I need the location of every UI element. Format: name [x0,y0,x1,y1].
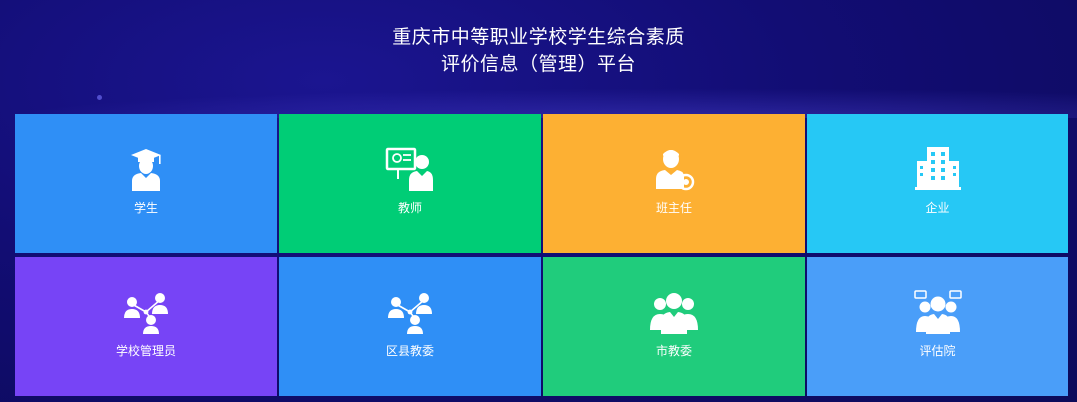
page-header: 重庆市中等职业学校学生综合素质 评价信息（管理）平台 [0,24,1077,78]
teacher-icon [385,147,435,191]
page-title-line1: 重庆市中等职业学校学生综合素质 [392,26,685,48]
head-teacher-icon [649,147,699,191]
tile-enterprise-label: 企业 [925,201,950,215]
assessment-institute-icon [913,290,963,334]
tile-city-committee[interactable]: 市教委 [543,257,805,396]
tile-teacher[interactable]: 教师 [279,114,541,253]
tile-assessment-institute[interactable]: 评估院 [807,257,1068,396]
district-committee-icon [385,290,435,334]
building-icon [913,147,963,191]
school-admin-icon [121,290,171,334]
tile-head-teacher[interactable]: 班主任 [543,114,805,253]
tile-teacher-label: 教师 [397,201,422,215]
tile-student-label: 学生 [133,201,158,215]
tile-assessment-institute-label: 评估院 [919,344,956,358]
tile-student[interactable]: 学生 [15,114,277,253]
tile-district-committee-label: 区县教委 [385,344,434,358]
tile-enterprise[interactable]: 企业 [807,114,1068,253]
tile-school-admin-label: 学校管理员 [115,344,176,358]
tile-school-admin[interactable]: 学校管理员 [15,257,277,396]
city-committee-icon [649,290,699,334]
tile-city-committee-label: 市教委 [655,344,692,358]
tile-district-committee[interactable]: 区县教委 [279,257,541,396]
role-grid: 学生 教师 班主任 企业 学校管理员 区县教委 市教委 评估院 [15,114,1068,396]
student-icon [121,147,171,191]
tile-head-teacher-label: 班主任 [655,201,692,215]
page-title-line2: 评价信息（管理）平台 [440,53,636,75]
decorative-dot [97,95,102,100]
